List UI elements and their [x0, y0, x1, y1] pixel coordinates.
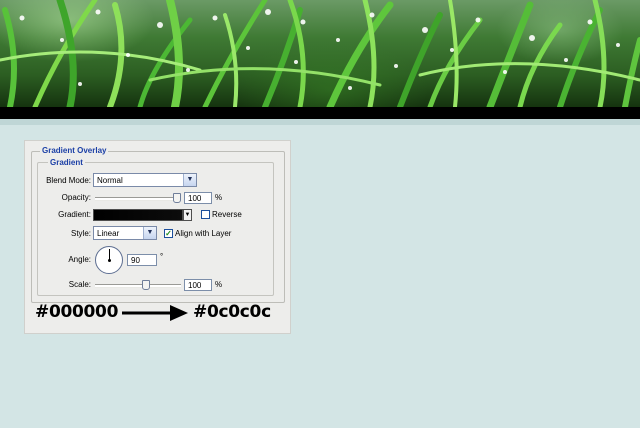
opacity-label: Opacity: [61, 193, 91, 202]
style-label: Style: [70, 229, 91, 238]
angle-unit: ° [160, 252, 164, 261]
checkmark-icon: ✓ [165, 229, 172, 238]
gradient-overlay-panel: Gradient Overlay Gradient Blend Mode: No… [24, 140, 291, 334]
blend-mode-value: Normal [97, 176, 123, 185]
opacity-slider-thumb[interactable] [173, 193, 181, 203]
scale-input[interactable]: 100 [184, 279, 212, 291]
start-color-hex: #000000 [35, 302, 119, 322]
scale-label: Scale: [68, 280, 91, 289]
end-color-hex: #0c0c0c [193, 302, 271, 322]
gradient-overlay-title: Gradient Overlay [40, 146, 109, 156]
blend-mode-label: Blend Mode: [46, 176, 91, 185]
opacity-unit: % [215, 193, 223, 202]
gradient-label: Gradient: [58, 210, 91, 219]
style-select[interactable]: Linear ▼ [93, 226, 157, 240]
light-divider-band [0, 119, 640, 125]
angle-dial-hub [108, 259, 111, 262]
chevron-down-icon[interactable]: ▼ [183, 209, 192, 221]
align-with-layer-label: Align with Layer [175, 229, 232, 238]
reverse-label: Reverse [212, 210, 242, 219]
reverse-checkbox[interactable] [201, 210, 210, 219]
scale-unit: % [215, 280, 223, 289]
align-with-layer-checkbox[interactable]: ✓ [164, 229, 173, 238]
scale-slider-track[interactable] [95, 284, 181, 288]
angle-dial[interactable] [95, 246, 123, 274]
gradient-preview-swatch[interactable] [93, 209, 183, 221]
arrow-right-icon [122, 305, 188, 321]
style-value: Linear [97, 229, 120, 238]
chevron-down-icon: ▼ [183, 174, 196, 186]
opacity-input[interactable]: 100 [184, 192, 212, 204]
gradient-subgroup-title: Gradient [48, 158, 85, 168]
angle-input[interactable]: 90 [127, 254, 157, 266]
chevron-down-icon: ▼ [143, 227, 156, 239]
opacity-slider-track[interactable] [95, 197, 181, 201]
grass-blades-illustration [0, 0, 640, 107]
black-divider-band [0, 107, 640, 119]
blend-mode-select[interactable]: Normal ▼ [93, 173, 197, 187]
angle-label: Angle: [68, 255, 91, 264]
scale-slider-thumb[interactable] [142, 280, 150, 290]
grass-banner-image [0, 0, 640, 107]
